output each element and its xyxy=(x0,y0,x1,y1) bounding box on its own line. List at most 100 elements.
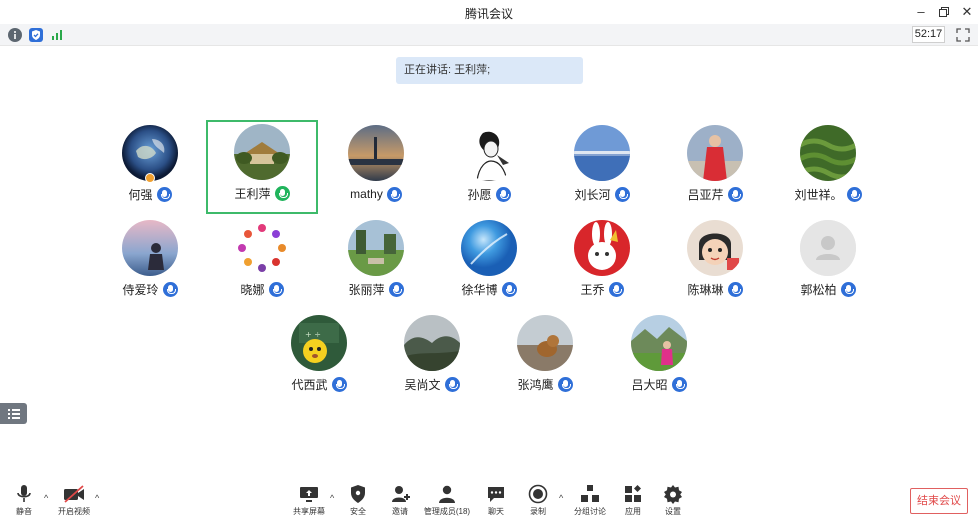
microphone-icon xyxy=(495,186,511,202)
apps-button[interactable]: 应用 xyxy=(620,484,646,518)
video-options-caret[interactable]: ^ xyxy=(95,494,103,503)
speaking-names: 王利萍; xyxy=(454,64,491,76)
mute-button[interactable]: 静音 xyxy=(10,484,38,518)
participant-tile[interactable]: 刘世祥。 xyxy=(772,121,884,215)
invite-button[interactable]: 邀请 xyxy=(386,484,414,518)
shield-icon xyxy=(351,485,365,503)
participant-name: 王利萍 xyxy=(234,186,271,201)
avatar xyxy=(461,220,517,276)
avatar xyxy=(461,125,517,181)
participant-tile[interactable]: 吕亚芹 xyxy=(659,121,771,215)
microphone-icon xyxy=(444,376,460,392)
participant-name: 孙愿 xyxy=(467,187,492,202)
avatar xyxy=(687,125,743,181)
participant-tile[interactable]: 侍爱玲 xyxy=(94,216,206,310)
participant-tile[interactable]: + ÷ 代西武 xyxy=(263,311,375,405)
participant-name: 晓娜 xyxy=(240,282,265,297)
video-off-icon xyxy=(64,485,84,503)
participant-tile[interactable]: mathy xyxy=(320,121,432,215)
chat-icon xyxy=(488,487,504,502)
participant-name: 张鸿鹰 xyxy=(517,377,554,392)
mute-options-caret[interactable]: ^ xyxy=(44,494,52,503)
microphone-icon xyxy=(501,281,517,297)
participant-tile[interactable]: 陈琳琳 xyxy=(659,216,771,310)
meeting-window: 腾讯会议 – ✕ 52:17 正在讲话: 王利萍; 何强 王利萍 mathy 孙… xyxy=(0,0,978,520)
avatar xyxy=(234,220,290,276)
participant-tile[interactable]: 徐华博 xyxy=(433,216,545,310)
avatar xyxy=(574,125,630,181)
avatar xyxy=(122,220,178,276)
microphone-icon xyxy=(156,186,172,202)
member-list-toggle[interactable] xyxy=(0,403,27,424)
avatar: + ÷ xyxy=(291,315,347,371)
participant-name-row: 刘世祥。 xyxy=(772,185,884,203)
microphone-icon xyxy=(727,281,743,297)
participant-tile[interactable]: 吴尚文 xyxy=(376,311,488,405)
participant-tile[interactable]: 郭松柏 xyxy=(772,216,884,310)
participant-name: 郭松柏 xyxy=(800,282,837,297)
avatar xyxy=(800,220,856,276)
participant-tile[interactable]: 何强 xyxy=(94,121,206,215)
participant-name-row: 张丽萍 xyxy=(320,280,432,298)
record-button[interactable]: 录制 xyxy=(525,484,551,518)
fullscreen-icon[interactable] xyxy=(956,28,970,42)
avatar xyxy=(517,315,573,371)
share-options-caret[interactable]: ^ xyxy=(330,494,338,503)
participant-tile-active-speaker[interactable]: 王利萍 xyxy=(206,120,318,214)
participant-name-row: 张鸿鹰 xyxy=(489,375,601,393)
participant-name: 王乔 xyxy=(580,282,605,297)
svg-text:+ ÷: + ÷ xyxy=(305,330,321,339)
participant-name: 吕大昭 xyxy=(631,377,668,392)
microphone-icon xyxy=(162,281,178,297)
avatar xyxy=(574,220,630,276)
participant-name-row: 郭松柏 xyxy=(772,280,884,298)
share-screen-icon xyxy=(300,487,318,502)
microphone-icon xyxy=(614,186,630,202)
add-user-icon xyxy=(392,486,410,502)
participant-name: 吴尚文 xyxy=(404,377,441,392)
record-options-caret[interactable]: ^ xyxy=(559,494,567,503)
share-screen-label: 共享屏幕 xyxy=(293,507,325,516)
security-label: 安全 xyxy=(350,507,366,516)
breakout-rooms-button[interactable]: 分组讨论 xyxy=(572,484,608,518)
signal-icon[interactable] xyxy=(50,28,64,42)
host-badge xyxy=(145,173,155,183)
shield-icon[interactable] xyxy=(29,28,43,42)
record-icon xyxy=(528,484,548,504)
speaking-label: 正在讲话: xyxy=(404,64,452,76)
end-meeting-button[interactable]: 结束会议 xyxy=(910,488,968,514)
participant-tile[interactable]: 王乔 xyxy=(546,216,658,310)
breakout-icon xyxy=(581,485,599,502)
participant-tile[interactable]: 晓娜 xyxy=(206,216,318,310)
avatar xyxy=(348,220,404,276)
participant-name-row: 何强 xyxy=(94,185,206,203)
restore-button[interactable] xyxy=(933,3,955,21)
participant-tile[interactable]: 孙愿 xyxy=(433,121,545,215)
participant-tile[interactable]: 刘长河 xyxy=(546,121,658,215)
info-bar: 52:17 xyxy=(0,24,978,46)
participant-name-row: 吕亚芹 xyxy=(659,185,771,203)
close-button[interactable]: ✕ xyxy=(956,3,978,21)
microphone-icon xyxy=(671,376,687,392)
avatar xyxy=(404,315,460,371)
info-icon[interactable] xyxy=(8,28,22,42)
settings-button[interactable]: 设置 xyxy=(660,484,686,518)
manage-members-button[interactable]: 管理成员(18) xyxy=(421,484,473,518)
chat-button[interactable]: 聊天 xyxy=(483,484,509,518)
breakout-rooms-label: 分组讨论 xyxy=(574,507,606,516)
participant-name: mathy xyxy=(350,187,383,201)
share-screen-button[interactable]: 共享屏幕 xyxy=(291,484,327,518)
manage-members-label: 管理成员(18) xyxy=(423,507,471,516)
avatar xyxy=(348,125,404,181)
participant-tile[interactable]: 吕大昭 xyxy=(603,311,715,405)
security-button[interactable]: 安全 xyxy=(344,484,372,518)
title-bar: 腾讯会议 – ✕ xyxy=(0,0,978,24)
participant-name-row: 代西武 xyxy=(263,375,375,393)
video-button[interactable]: 开启视频 xyxy=(54,484,94,518)
participant-tile[interactable]: 张丽萍 xyxy=(320,216,432,310)
avatar xyxy=(631,315,687,371)
participant-tile[interactable]: 张鸿鹰 xyxy=(489,311,601,405)
minimize-button[interactable]: – xyxy=(910,3,932,21)
settings-label: 设置 xyxy=(665,507,681,516)
window-title: 腾讯会议 xyxy=(464,7,513,21)
